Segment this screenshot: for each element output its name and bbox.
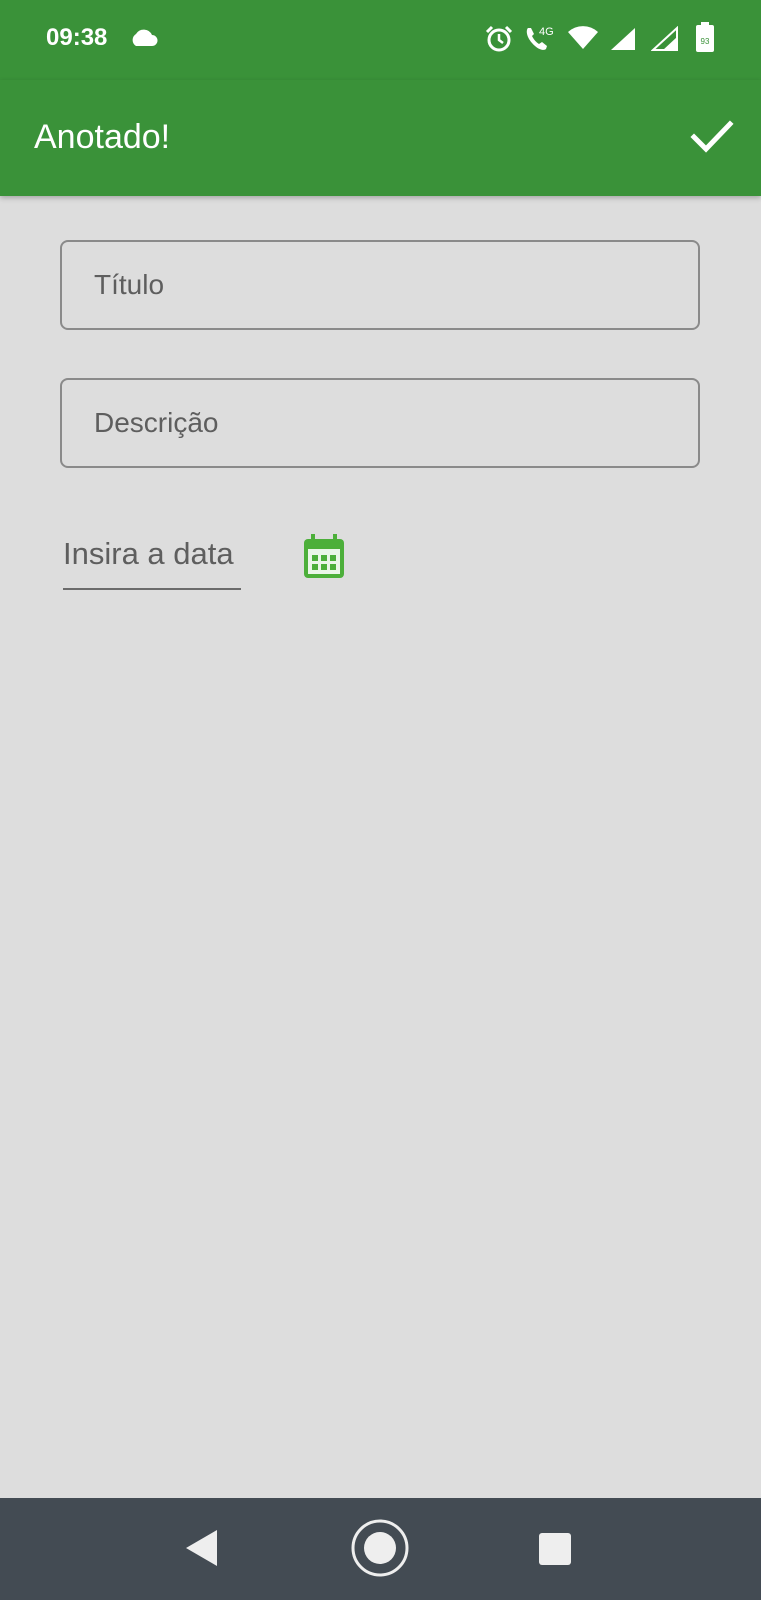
navigation-bar: [0, 1498, 761, 1600]
alarm-icon: [484, 24, 514, 59]
battery-level: 93: [701, 37, 710, 46]
recents-button[interactable]: [538, 1532, 572, 1566]
calendar-icon: [304, 534, 344, 578]
app-bar: Anotado!: [0, 80, 761, 196]
wifi-icon: [567, 26, 599, 55]
home-button[interactable]: [350, 1518, 410, 1578]
back-button[interactable]: [184, 1528, 220, 1568]
back-icon: [186, 1530, 217, 1566]
volte-call-icon: 4G: [522, 22, 556, 61]
app-title: Anotado!: [34, 118, 171, 156]
network-type-label: 4G: [539, 26, 554, 38]
date-field-container: [63, 520, 241, 590]
save-button[interactable]: [684, 108, 740, 164]
check-icon: [690, 120, 734, 153]
status-time: 09:38: [46, 24, 108, 51]
title-field-container: [60, 240, 700, 330]
status-bar: 09:38 4G 93: [0, 0, 761, 80]
description-input[interactable]: [62, 380, 698, 466]
cloud-icon: [128, 26, 158, 53]
recents-icon: [539, 1533, 571, 1565]
signal-icon: [650, 25, 679, 57]
date-picker-button[interactable]: [304, 534, 344, 578]
battery-icon: 93: [696, 22, 714, 57]
description-field-container: [60, 378, 700, 468]
signal-icon: [609, 26, 637, 57]
home-icon: [351, 1519, 409, 1577]
title-input[interactable]: [62, 242, 698, 328]
date-input[interactable]: [63, 520, 241, 588]
